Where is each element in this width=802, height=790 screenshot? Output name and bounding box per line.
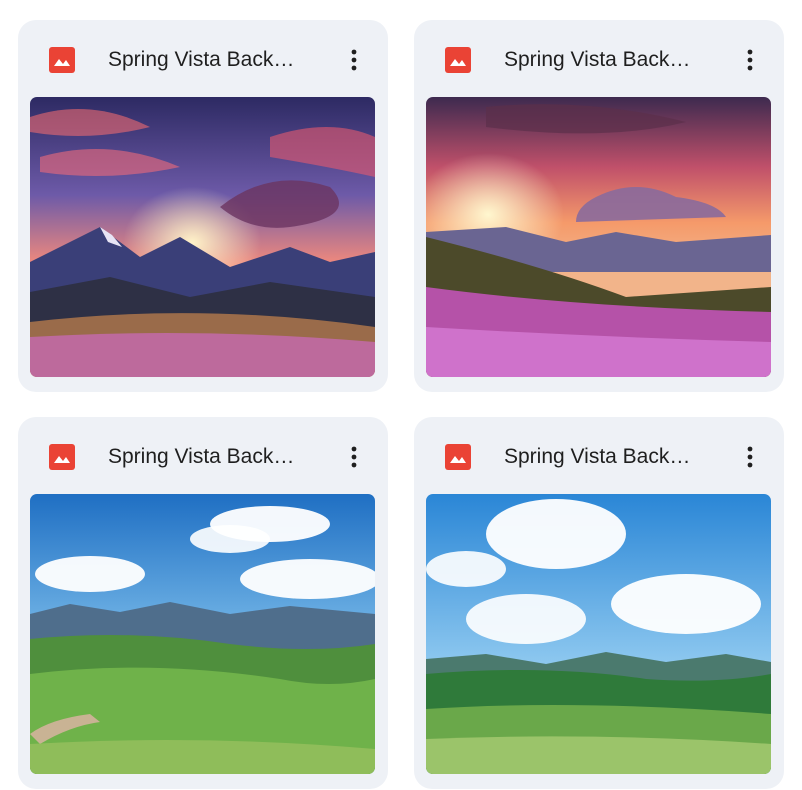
image-file-icon: [445, 47, 471, 73]
file-card-header: Spring Vista Back…: [414, 20, 784, 96]
file-thumbnail[interactable]: [426, 97, 771, 377]
more-vert-icon[interactable]: [334, 40, 374, 80]
file-card-header: Spring Vista Back…: [18, 417, 388, 493]
file-card[interactable]: Spring Vista Back…: [414, 417, 784, 789]
more-vert-icon[interactable]: [730, 437, 770, 477]
more-vert-icon[interactable]: [334, 437, 374, 477]
file-thumbnail[interactable]: [426, 494, 771, 774]
file-grid: Spring Vista Back… Spring Vista Back… Sp…: [0, 0, 802, 790]
image-file-icon: [49, 444, 75, 470]
file-title: Spring Vista Back…: [504, 445, 691, 468]
file-thumbnail[interactable]: [30, 494, 375, 774]
file-title: Spring Vista Back…: [108, 48, 295, 71]
image-file-icon: [49, 47, 75, 73]
file-card[interactable]: Spring Vista Back…: [18, 20, 388, 392]
file-card-header: Spring Vista Back…: [414, 417, 784, 493]
file-card[interactable]: Spring Vista Back…: [18, 417, 388, 789]
file-card-header: Spring Vista Back…: [18, 20, 388, 96]
file-thumbnail[interactable]: [30, 97, 375, 377]
file-title: Spring Vista Back…: [504, 48, 691, 71]
more-vert-icon[interactable]: [730, 40, 770, 80]
file-title: Spring Vista Back…: [108, 445, 295, 468]
file-card[interactable]: Spring Vista Back…: [414, 20, 784, 392]
image-file-icon: [445, 444, 471, 470]
